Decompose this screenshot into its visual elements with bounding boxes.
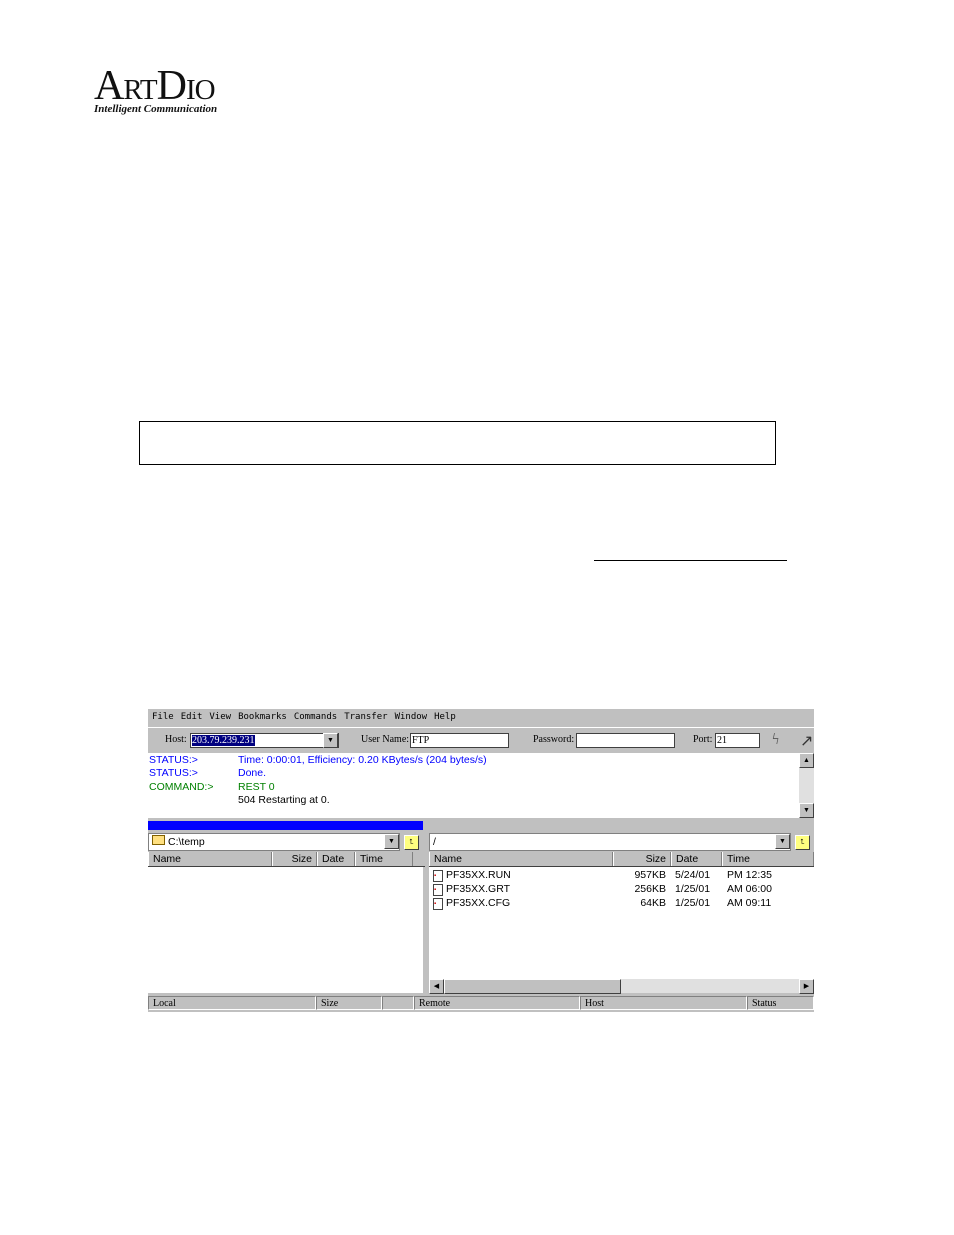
file-icon: ▪ [433, 898, 443, 910]
user-label: User Name: [361, 734, 410, 745]
file-name: PF35XX.CFG [446, 897, 511, 909]
chevron-down-icon[interactable]: ▼ [323, 733, 338, 748]
status-host: Host [580, 996, 747, 1010]
col-name[interactable]: Name [429, 852, 613, 866]
log-tag: COMMAND:> [149, 780, 214, 793]
local-title-bar [148, 821, 423, 830]
remote-path: / [433, 836, 436, 848]
file-row[interactable]: ▪ PF35XX.GRT 256KB 1/25/01 AM 06:00 [429, 882, 814, 896]
scroll-right-icon[interactable]: ▶ [799, 979, 814, 994]
log-message: REST 0 [238, 780, 275, 793]
file-name: PF35XX.GRT [446, 883, 510, 895]
password-label: Password: [533, 734, 575, 745]
chevron-down-icon[interactable]: ▼ [775, 834, 790, 849]
local-list-header: Name Size Date Time [148, 852, 425, 867]
host-value: 203.79.239.231 [192, 735, 255, 746]
remote-list-header: Name Size Date Time [429, 852, 814, 867]
status-local: Local [148, 996, 316, 1010]
host-label: Host: [165, 734, 187, 745]
remote-file-list[interactable]: ◀ ▶ ▪ PF35XX.RUN 957KB 5/24/01 PM 12:35 ▪… [429, 867, 814, 994]
scroll-down-icon[interactable]: ▼ [799, 803, 814, 818]
local-path: C:\temp [168, 836, 205, 848]
local-path-combo[interactable]: C:\temp ▼ [148, 833, 400, 851]
status-remote: Remote [414, 996, 580, 1010]
status-size: Size [316, 996, 382, 1010]
file-size: 957KB [634, 869, 666, 881]
menu-bookmarks[interactable]: Bookmarks [238, 709, 287, 725]
port-label: Port: [693, 734, 713, 745]
connect-icon[interactable]: ↗ [800, 731, 813, 751]
file-date: 5/24/01 [675, 869, 711, 881]
logo-tagline: Intelligent Communication [94, 103, 218, 115]
file-row[interactable]: ▪ PF35XX.RUN 957KB 5/24/01 PM 12:35 [429, 868, 814, 882]
chevron-down-icon[interactable]: ▼ [384, 834, 399, 849]
port-input[interactable]: 21 [715, 733, 760, 748]
scroll-up-icon[interactable]: ▲ [799, 753, 814, 768]
col-size[interactable]: Size [613, 852, 671, 866]
col-date[interactable]: Date [671, 852, 722, 866]
file-time: PM 12:35 [727, 869, 772, 881]
menu-help[interactable]: Help [434, 709, 456, 725]
log-pane: STATUS:> Time: 0:00:01, Efficiency: 0.20 … [148, 753, 799, 818]
connection-toolbar: Host: 203.79.239.231 ▼ User Name: FTP Pas… [148, 727, 814, 754]
file-name: PF35XX.RUN [446, 869, 511, 881]
file-time: AM 06:00 [727, 883, 772, 895]
host-combo[interactable]: 203.79.239.231 ▼ [190, 733, 339, 748]
menu-edit[interactable]: Edit [181, 709, 203, 725]
transfer-status-bar: Local Size Remote Host Status [148, 996, 814, 1011]
ftp-client-screenshot: File Edit View Bookmarks Commands Transfer Win… [148, 709, 814, 1012]
col-name[interactable]: Name [148, 852, 272, 866]
col-date[interactable]: Date [317, 852, 355, 866]
folder-icon [152, 835, 165, 845]
status-status: Status [747, 996, 814, 1010]
local-file-list[interactable] [148, 867, 423, 993]
col-time[interactable]: Time [722, 852, 814, 866]
log-message: Time: 0:00:01, Efficiency: 0.20 KBytes/s… [238, 754, 487, 766]
menu-file[interactable]: File [152, 709, 174, 725]
log-scrollbar[interactable]: ▲ ▼ [799, 753, 814, 818]
disconnect-icon[interactable]: ϟ [772, 731, 779, 749]
col-time[interactable]: Time [355, 852, 413, 866]
log-tag: STATUS:> [149, 754, 198, 766]
horizontal-scrollbar[interactable]: ◀ ▶ [429, 979, 814, 994]
underline-rule [594, 560, 787, 561]
scroll-thumb[interactable] [444, 979, 621, 994]
document-page: ArtDio Intelligent Communication File Edi… [0, 0, 954, 1235]
scroll-left-icon[interactable]: ◀ [429, 979, 444, 994]
file-icon: ▪ [433, 884, 443, 896]
menu-window[interactable]: Window [395, 709, 428, 725]
empty-text-box [139, 421, 776, 465]
file-row[interactable]: ▪ PF35XX.CFG 64KB 1/25/01 AM 09:11 [429, 896, 814, 910]
file-time: AM 09:11 [727, 897, 772, 909]
file-size: 256KB [634, 883, 666, 895]
user-name-input[interactable]: FTP [410, 733, 509, 748]
file-date: 1/25/01 [675, 883, 711, 895]
log-message: Done. [238, 767, 267, 780]
menu-transfer[interactable]: Transfer [344, 709, 387, 725]
menu-bar: File Edit View Bookmarks Commands Transfer Win… [148, 709, 814, 725]
status-blank [382, 996, 414, 1010]
log-message: 504 Restarting at 0. [238, 793, 330, 806]
log-tag: STATUS:> [149, 767, 198, 780]
local-panel: C:\temp ▼ ⮤ Name Size Date Time [148, 821, 425, 993]
parent-folder-icon[interactable]: ⮤ [795, 835, 810, 850]
file-size: 64KB [640, 897, 666, 909]
remote-panel: / ▼ ⮤ Name Size Date Time ◀ ▶ ▪ PF35XX.RU… [428, 821, 814, 994]
remote-path-combo[interactable]: / ▼ [429, 833, 791, 851]
col-size[interactable]: Size [272, 852, 317, 866]
menu-commands[interactable]: Commands [294, 709, 337, 725]
file-date: 1/25/01 [675, 897, 711, 909]
parent-folder-icon[interactable]: ⮤ [404, 835, 419, 850]
file-icon: ▪ [433, 870, 443, 882]
menu-view[interactable]: View [209, 709, 231, 725]
password-input[interactable] [576, 733, 675, 748]
